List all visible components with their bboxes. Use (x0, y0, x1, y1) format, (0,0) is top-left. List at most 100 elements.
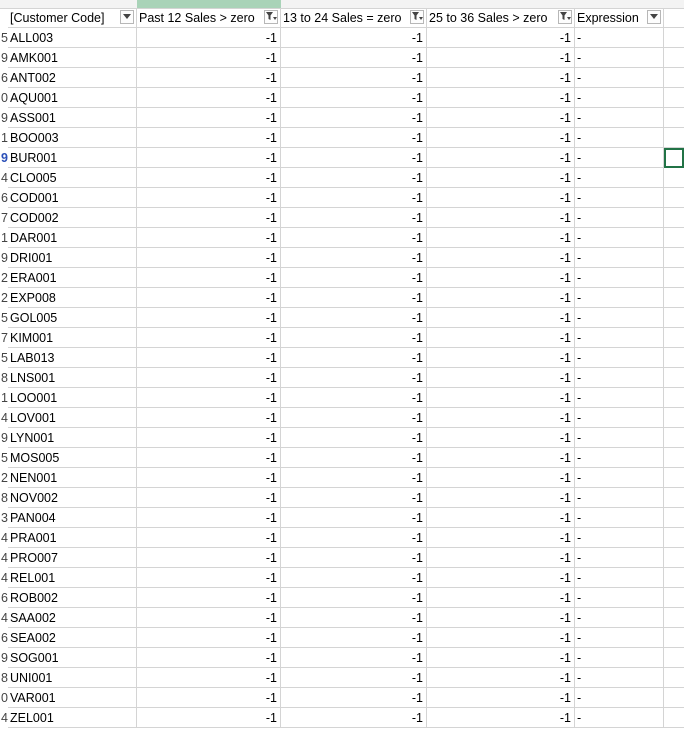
13-to-24-sales-cell[interactable]: -1 (281, 208, 427, 228)
expression-cell[interactable]: - (575, 408, 664, 428)
customer-code-cell[interactable]: ALL003 (8, 28, 137, 48)
customer-code-cell[interactable]: NEN001 (8, 468, 137, 488)
25-to-36-sales-cell[interactable]: -1 (427, 128, 575, 148)
expression-cell[interactable]: - (575, 48, 664, 68)
past-12-sales-cell[interactable]: -1 (137, 368, 281, 388)
empty-cell[interactable] (664, 28, 684, 48)
past-12-sales-cell[interactable]: -1 (137, 228, 281, 248)
customer-code-cell[interactable]: ERA001 (8, 268, 137, 288)
past-12-sales-cell[interactable]: -1 (137, 288, 281, 308)
empty-cell[interactable] (664, 88, 684, 108)
past-12-sales-cell[interactable]: -1 (137, 268, 281, 288)
25-to-36-sales-cell[interactable]: -1 (427, 208, 575, 228)
past-12-sales-cell[interactable]: -1 (137, 588, 281, 608)
25-to-36-sales-cell[interactable]: -1 (427, 468, 575, 488)
customer-code-cell[interactable]: KIM001 (8, 328, 137, 348)
expression-cell[interactable]: - (575, 428, 664, 448)
customer-code-cell[interactable]: CLO005 (8, 168, 137, 188)
empty-cell[interactable] (664, 548, 684, 568)
customer-code-cell[interactable]: DRI001 (8, 248, 137, 268)
13-to-24-sales-cell[interactable]: -1 (281, 48, 427, 68)
empty-cell[interactable] (664, 528, 684, 548)
13-to-24-sales-cell[interactable]: -1 (281, 648, 427, 668)
expression-cell[interactable]: - (575, 248, 664, 268)
customer-code-cell[interactable]: LAB013 (8, 348, 137, 368)
past-12-sales-cell[interactable]: -1 (137, 108, 281, 128)
13-to-24-sales-cell[interactable]: -1 (281, 28, 427, 48)
25-to-36-sales-cell[interactable]: -1 (427, 308, 575, 328)
expression-cell[interactable]: - (575, 228, 664, 248)
expression-cell[interactable]: - (575, 148, 664, 168)
customer-code-cell[interactable]: VAR001 (8, 688, 137, 708)
empty-cell[interactable] (664, 68, 684, 88)
row-number[interactable]: 6 (0, 68, 8, 88)
customer-code-cell[interactable]: ZEL001 (8, 708, 137, 728)
expression-cell[interactable]: - (575, 508, 664, 528)
empty-cell[interactable] (664, 48, 684, 68)
empty-cell[interactable] (664, 268, 684, 288)
25-to-36-sales-cell[interactable]: -1 (427, 408, 575, 428)
expression-cell[interactable]: - (575, 348, 664, 368)
past-12-sales-cell[interactable]: -1 (137, 28, 281, 48)
past-12-sales-cell[interactable]: -1 (137, 188, 281, 208)
13-to-24-sales-cell[interactable]: -1 (281, 708, 427, 728)
13-to-24-sales-cell[interactable]: -1 (281, 168, 427, 188)
customer-code-cell[interactable]: SEA002 (8, 628, 137, 648)
row-number[interactable]: 9 (0, 48, 8, 68)
13-to-24-sales-cell[interactable]: -1 (281, 268, 427, 288)
expression-cell[interactable]: - (575, 288, 664, 308)
past-12-sales-cell[interactable]: -1 (137, 88, 281, 108)
25-to-36-sales-cell[interactable]: -1 (427, 688, 575, 708)
13-to-24-sales-cell[interactable]: -1 (281, 88, 427, 108)
empty-cell[interactable] (664, 228, 684, 248)
customer-code-cell[interactable]: PAN004 (8, 508, 137, 528)
row-number[interactable]: 5 (0, 308, 8, 328)
13-to-24-sales-cell[interactable]: -1 (281, 428, 427, 448)
row-number[interactable]: 4 (0, 168, 8, 188)
past-12-sales-cell[interactable]: -1 (137, 168, 281, 188)
row-number[interactable]: 9 (0, 648, 8, 668)
25-to-36-sales-cell[interactable]: -1 (427, 488, 575, 508)
customer-code-cell[interactable]: AQU001 (8, 88, 137, 108)
expression-cell[interactable]: - (575, 588, 664, 608)
25-to-36-sales-cell[interactable]: -1 (427, 368, 575, 388)
expression-cell[interactable]: - (575, 668, 664, 688)
13-to-24-sales-cell[interactable]: -1 (281, 468, 427, 488)
empty-cell[interactable] (664, 208, 684, 228)
row-number[interactable]: 8 (0, 488, 8, 508)
dropdown-arrow-icon[interactable] (647, 10, 661, 24)
empty-cell[interactable] (664, 688, 684, 708)
active-cell-selection[interactable] (664, 148, 684, 168)
expression-cell[interactable]: - (575, 608, 664, 628)
spreadsheet-grid[interactable]: [Customer Code] Past 12 Sales > zero 13 … (0, 0, 684, 736)
13-to-24-sales-cell[interactable]: -1 (281, 248, 427, 268)
25-to-36-sales-cell[interactable]: -1 (427, 448, 575, 468)
row-number[interactable]: 9 (0, 148, 8, 168)
past-12-sales-cell[interactable]: -1 (137, 48, 281, 68)
25-to-36-sales-cell[interactable]: -1 (427, 508, 575, 528)
row-number[interactable]: 1 (0, 228, 8, 248)
empty-cell[interactable] (664, 348, 684, 368)
past-12-sales-cell[interactable]: -1 (137, 628, 281, 648)
13-to-24-sales-cell[interactable]: -1 (281, 348, 427, 368)
row-number[interactable]: 7 (0, 328, 8, 348)
expression-cell[interactable]: - (575, 548, 664, 568)
expression-cell[interactable]: - (575, 448, 664, 468)
13-to-24-sales-cell[interactable]: -1 (281, 228, 427, 248)
25-to-36-sales-cell[interactable]: -1 (427, 588, 575, 608)
row-number[interactable]: 5 (0, 348, 8, 368)
expression-cell[interactable]: - (575, 208, 664, 228)
13-to-24-sales-cell[interactable]: -1 (281, 628, 427, 648)
13-to-24-sales-cell[interactable]: -1 (281, 148, 427, 168)
25-to-36-sales-cell[interactable]: -1 (427, 228, 575, 248)
row-number[interactable]: 4 (0, 548, 8, 568)
customer-code-cell[interactable]: GOL005 (8, 308, 137, 328)
25-to-36-sales-cell[interactable]: -1 (427, 288, 575, 308)
empty-cell[interactable] (664, 328, 684, 348)
empty-cell[interactable] (664, 448, 684, 468)
past-12-sales-cell[interactable]: -1 (137, 608, 281, 628)
empty-cell[interactable] (664, 128, 684, 148)
13-to-24-sales-cell[interactable]: -1 (281, 528, 427, 548)
13-to-24-sales-cell[interactable]: -1 (281, 448, 427, 468)
row-number[interactable]: 2 (0, 468, 8, 488)
